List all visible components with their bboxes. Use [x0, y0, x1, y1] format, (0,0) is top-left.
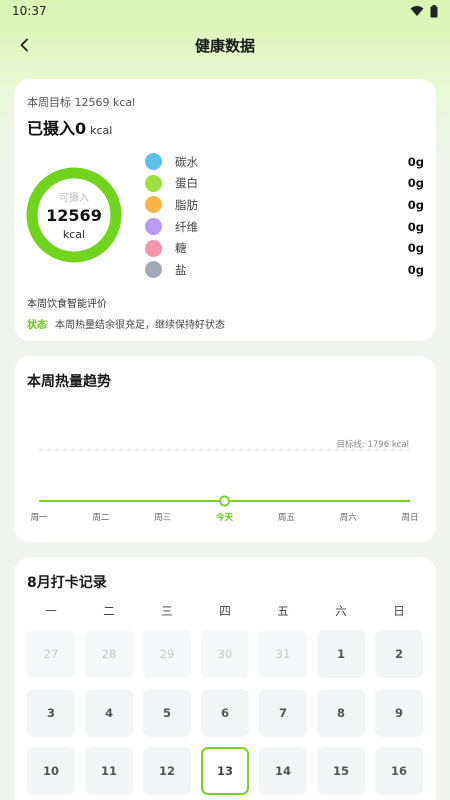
- calendar-title: 8月打卡记录: [27, 575, 107, 591]
- day-tick-label: 今天: [215, 513, 234, 523]
- nutrient-name: 蛋白: [175, 176, 198, 191]
- evaluation-text: 本周热量结余很充足，继续保持好状态: [55, 320, 225, 331]
- nutrient-name: 碳水: [175, 154, 198, 169]
- nutrient-value: 0g: [407, 154, 424, 169]
- calendar-day[interactable]: 15: [317, 747, 365, 795]
- ring-unit: kcal: [62, 228, 86, 241]
- ring-value: 12569: [46, 206, 102, 225]
- calendar-day[interactable]: 3: [27, 689, 75, 737]
- calendar-day[interactable]: 31: [259, 630, 307, 678]
- nutrient-color-dot: [145, 153, 162, 171]
- calendar-weekdays: 一二三四五六日: [14, 603, 436, 623]
- nutrient-name: 盐: [175, 262, 187, 277]
- day-tick-label: 周五: [277, 513, 295, 523]
- weekly-goal: 本周目标 12569 kcal: [27, 96, 136, 109]
- calendar-day[interactable]: 28: [85, 630, 133, 678]
- nutrient-value: 0g: [407, 219, 424, 234]
- weekday-label: 五: [277, 604, 289, 618]
- evaluation-line: 状态 本周热量结余很充足，继续保持好状态: [27, 316, 225, 331]
- calendar-day[interactable]: 11: [85, 747, 133, 795]
- weekday-label: 二: [103, 604, 115, 618]
- nutrient-row: 纤维 0g: [144, 216, 424, 238]
- weekday-label: 一: [45, 604, 57, 618]
- weekday-label: 日: [393, 604, 405, 618]
- calendar-day[interactable]: 2: [375, 630, 423, 678]
- nutrient-name: 脂肪: [175, 197, 198, 212]
- intake-summary: 已摄入0 kcal: [27, 115, 112, 139]
- page-title: 健康数据: [194, 36, 255, 55]
- nutrient-value: 0g: [407, 197, 424, 212]
- calendar-day[interactable]: 4: [85, 689, 133, 737]
- ring-center: 可摄入 12569 kcal: [26, 167, 122, 263]
- chevron-left-icon: [20, 38, 28, 52]
- intake-unit: kcal: [90, 124, 113, 137]
- nutrient-color-dot: [145, 218, 162, 236]
- calendar-day[interactable]: 16: [375, 747, 423, 795]
- nutrient-name: 糖: [175, 241, 187, 256]
- nutrient-row: 糖 0g: [144, 237, 424, 259]
- calendar-day[interactable]: 7: [259, 689, 307, 737]
- evaluation-title: 本周饮食智能评价: [27, 299, 107, 310]
- trend-card: 本周热量趋势 目标线: 1796 kcal 周一 周二 周三 今天 周五 周六 周日: [14, 356, 436, 542]
- nutrient-color-dot: [145, 239, 162, 257]
- calendar-day[interactable]: 14: [259, 747, 307, 795]
- nutrient-row: 蛋白 0g: [144, 173, 424, 195]
- nutrient-row: 碳水 0g: [144, 151, 424, 173]
- status-bar: 10:37: [0, 0, 450, 22]
- calendar-day-today[interactable]: 13: [201, 747, 249, 795]
- calendar-card: 8月打卡记录 一二三四五六日 27 28 29 30 31 1 2 3 4 5 6 7 8 9 10 11 12…: [14, 557, 436, 800]
- summary-card: 本周目标 12569 kcal 已摄入0 kcal 可摄入 12569 kcal…: [14, 79, 436, 341]
- day-tick-label: 周二: [92, 513, 110, 523]
- weekday-label: 六: [335, 604, 347, 618]
- calendar-day[interactable]: 5: [143, 689, 191, 737]
- nutrient-value: 0g: [407, 241, 424, 256]
- day-tick-label: 周三: [154, 513, 172, 523]
- back-button[interactable]: [10, 30, 40, 60]
- day-tick-label: 周日: [401, 513, 419, 523]
- nutrient-color-dot: [145, 196, 162, 214]
- calendar-day[interactable]: 1: [317, 630, 365, 678]
- calendar-day[interactable]: 27: [27, 630, 75, 678]
- nutrient-value: 0g: [407, 262, 424, 277]
- calendar-day[interactable]: 10: [27, 747, 75, 795]
- status-time: 10:37: [12, 4, 47, 18]
- nutrient-name: 纤维: [175, 219, 198, 234]
- calendar-day[interactable]: 29: [143, 630, 191, 678]
- today-point: [219, 495, 230, 507]
- calendar-day[interactable]: 9: [375, 689, 423, 737]
- calendar-day[interactable]: 6: [201, 689, 249, 737]
- evaluation-badge: 状态: [27, 320, 47, 331]
- weekday-label: 三: [161, 604, 173, 618]
- nutrient-list: 碳水 0g 蛋白 0g 脂肪 0g 纤维 0g 糖 0g 盐 0g: [144, 151, 424, 281]
- weekday-label: 四: [219, 604, 231, 618]
- battery-icon: [430, 4, 438, 17]
- nutrient-row: 脂肪 0g: [144, 194, 424, 216]
- intake-value: 已摄入0: [27, 119, 87, 138]
- nutrient-color-dot: [145, 174, 162, 192]
- nav-bar: 健康数据: [0, 22, 450, 68]
- nutrient-row: 盐 0g: [144, 259, 424, 281]
- day-tick-label: 周一: [30, 513, 48, 523]
- calendar-day[interactable]: 12: [143, 747, 191, 795]
- ring-label: 可摄入: [59, 193, 89, 204]
- calendar-day[interactable]: 30: [201, 630, 249, 678]
- nutrient-color-dot: [145, 261, 162, 279]
- nutrient-value: 0g: [407, 176, 424, 191]
- status-icons: [410, 4, 438, 18]
- calendar-day[interactable]: 8: [317, 689, 365, 737]
- day-tick-label: 周六: [339, 513, 357, 523]
- wifi-icon: [410, 6, 424, 16]
